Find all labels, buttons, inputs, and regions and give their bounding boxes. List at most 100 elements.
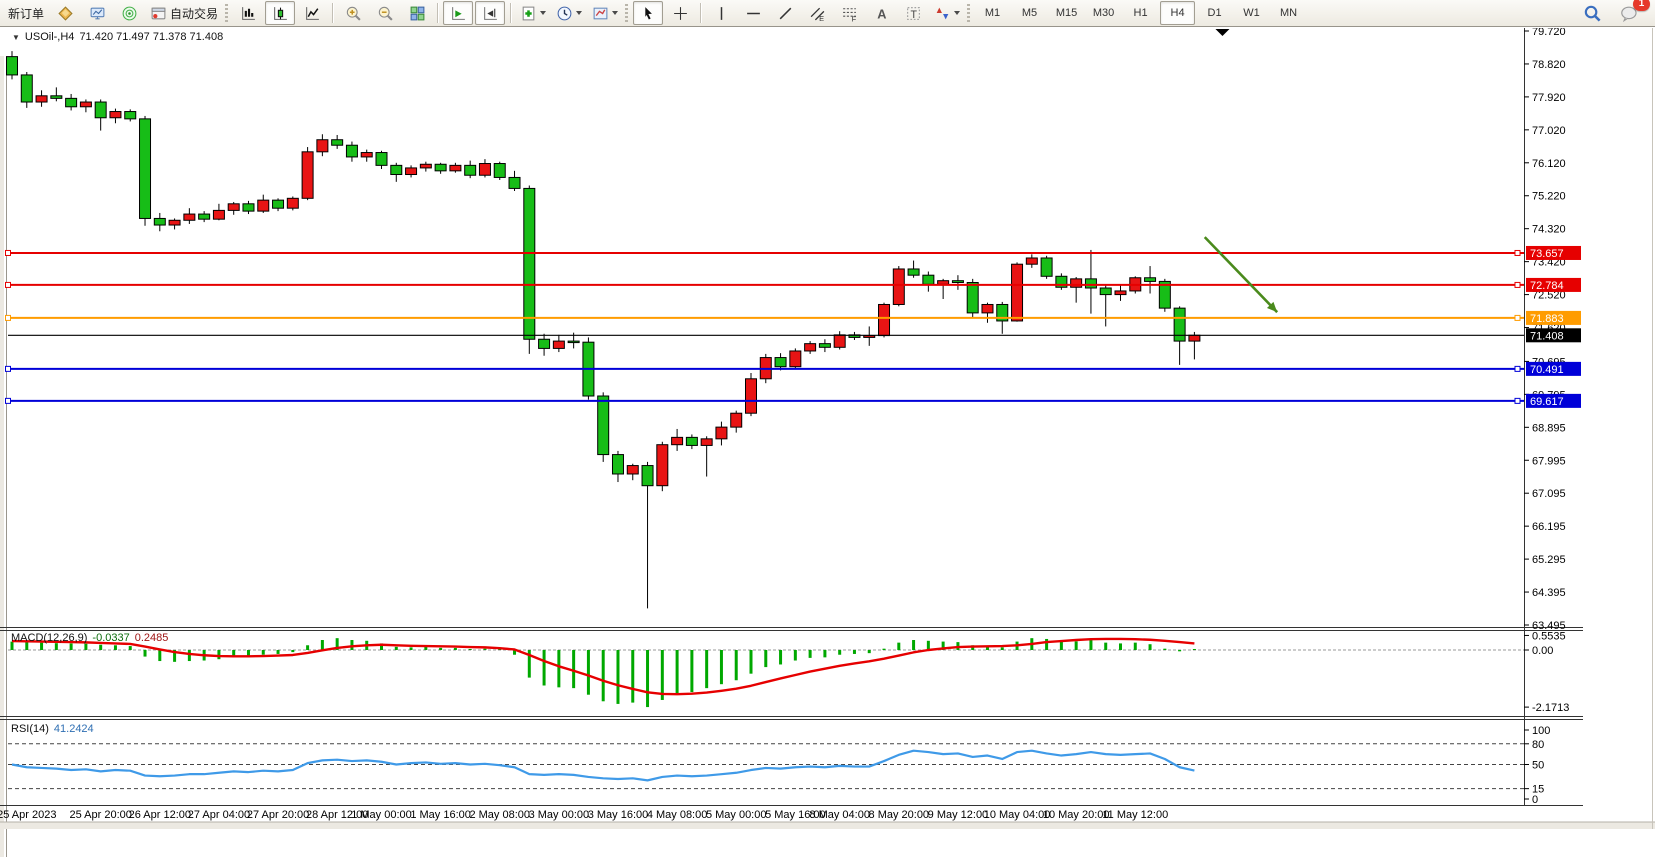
cursor-button[interactable] [633, 1, 663, 25]
candle[interactable] [154, 213, 165, 231]
crosshair-button[interactable] [665, 1, 695, 25]
chart-shift-button[interactable] [475, 1, 505, 25]
auto-scroll-button[interactable] [443, 1, 473, 25]
hline-71.883[interactable]: 71.883 [6, 311, 1582, 325]
horizontal-line-tool-button[interactable] [738, 1, 768, 25]
terminal-icon[interactable] [82, 1, 112, 25]
candle[interactable] [672, 429, 683, 451]
candle[interactable] [775, 353, 786, 370]
new-order-button[interactable]: 新订单 [4, 1, 48, 25]
gold-symbol-icon[interactable] [50, 1, 80, 25]
timeframe-m5-button[interactable]: M5 [1012, 1, 1047, 25]
notifications-button[interactable]: 1 [1614, 1, 1644, 25]
candle[interactable] [952, 275, 963, 290]
candle[interactable] [169, 218, 180, 229]
line-chart-button[interactable] [297, 1, 327, 25]
candle[interactable] [140, 116, 151, 226]
candle[interactable] [1012, 262, 1023, 321]
candle[interactable] [420, 162, 431, 172]
zoom-in-button[interactable] [338, 1, 368, 25]
candle[interactable] [879, 303, 890, 338]
hline-73.657[interactable]: 73.657 [6, 246, 1582, 260]
signal-icon[interactable] [114, 1, 144, 25]
candle[interactable] [686, 434, 697, 449]
timeframe-mn-button[interactable]: MN [1271, 1, 1306, 25]
candle[interactable] [731, 411, 742, 433]
candle[interactable] [21, 72, 32, 108]
candle[interactable] [612, 451, 623, 482]
candle[interactable] [110, 109, 121, 124]
trendline-tool-button[interactable] [770, 1, 800, 25]
candle[interactable] [51, 87, 62, 101]
candle[interactable] [701, 436, 712, 476]
timeframe-h4-button[interactable]: H4 [1160, 1, 1195, 25]
text-label-tool-button[interactable]: T [898, 1, 928, 25]
hline-72.784[interactable]: 72.784 [6, 278, 1582, 292]
candle[interactable] [524, 185, 535, 353]
candle[interactable] [273, 198, 284, 211]
arrows-tool-button[interactable] [930, 1, 964, 25]
timeframe-m15-button[interactable]: M15 [1049, 1, 1084, 25]
candle[interactable] [598, 392, 609, 462]
candle[interactable] [893, 266, 904, 306]
candle[interactable] [346, 142, 357, 162]
candle[interactable] [834, 331, 845, 349]
candle[interactable] [627, 464, 638, 480]
candle[interactable] [657, 442, 668, 491]
candle[interactable] [1056, 273, 1067, 289]
candle[interactable] [790, 348, 801, 368]
candle[interactable] [302, 147, 313, 200]
hline-71.408[interactable]: 71.408 [8, 328, 1581, 342]
candle[interactable] [819, 339, 830, 352]
candle[interactable] [509, 171, 520, 191]
candle[interactable] [376, 151, 387, 169]
search-button[interactable] [1577, 1, 1607, 25]
candle[interactable] [1189, 332, 1200, 359]
chart-window[interactable]: 79.72078.82077.92077.02076.12075.22074.3… [0, 28, 1655, 829]
candle[interactable] [243, 201, 254, 214]
candle[interactable] [539, 334, 550, 356]
candle[interactable] [317, 134, 328, 156]
candle[interactable] [1041, 256, 1052, 279]
candle[interactable] [258, 195, 269, 213]
candle[interactable] [184, 208, 195, 224]
timeframe-w1-button[interactable]: W1 [1234, 1, 1269, 25]
candle[interactable] [1026, 254, 1037, 268]
candle[interactable] [642, 462, 653, 608]
bar-chart-button[interactable] [233, 1, 263, 25]
candle[interactable] [80, 99, 91, 112]
candle[interactable] [406, 165, 417, 177]
candle[interactable] [746, 373, 757, 416]
timeframe-d1-button[interactable]: D1 [1197, 1, 1232, 25]
time-axis[interactable]: 25 Apr 202325 Apr 20:0026 Apr 12:0027 Ap… [0, 809, 1168, 821]
candle[interactable] [95, 99, 106, 130]
candle[interactable] [66, 94, 77, 110]
chart-canvas[interactable]: 79.72078.82077.92077.02076.12075.22074.3… [0, 28, 1655, 829]
candle[interactable] [908, 261, 919, 278]
candle[interactable] [213, 204, 224, 220]
candle[interactable] [553, 335, 564, 352]
candle[interactable] [435, 163, 446, 174]
auto-trading-button[interactable]: 自动交易 [146, 1, 222, 25]
text-tool-button[interactable]: A [866, 1, 896, 25]
fibonacci-tool-button[interactable]: F [834, 1, 864, 25]
candle[interactable] [1100, 285, 1111, 326]
candle[interactable] [36, 90, 47, 106]
candlestick-chart-button[interactable] [265, 1, 295, 25]
candle[interactable] [982, 303, 993, 323]
candle[interactable] [923, 272, 934, 292]
hline-69.617[interactable]: 69.617 [6, 394, 1582, 408]
candle[interactable] [1115, 285, 1126, 301]
vertical-line-tool-button[interactable] [706, 1, 736, 25]
candle[interactable] [1145, 266, 1156, 293]
candle[interactable] [450, 163, 461, 173]
candle[interactable] [716, 422, 727, 446]
timeframe-h1-button[interactable]: H1 [1123, 1, 1158, 25]
candle[interactable] [1071, 277, 1082, 303]
periods-button[interactable] [552, 1, 586, 25]
candle[interactable] [199, 211, 210, 222]
candle[interactable] [287, 196, 298, 210]
candle[interactable] [805, 341, 816, 354]
candle[interactable] [479, 159, 490, 177]
candle[interactable] [361, 150, 372, 162]
